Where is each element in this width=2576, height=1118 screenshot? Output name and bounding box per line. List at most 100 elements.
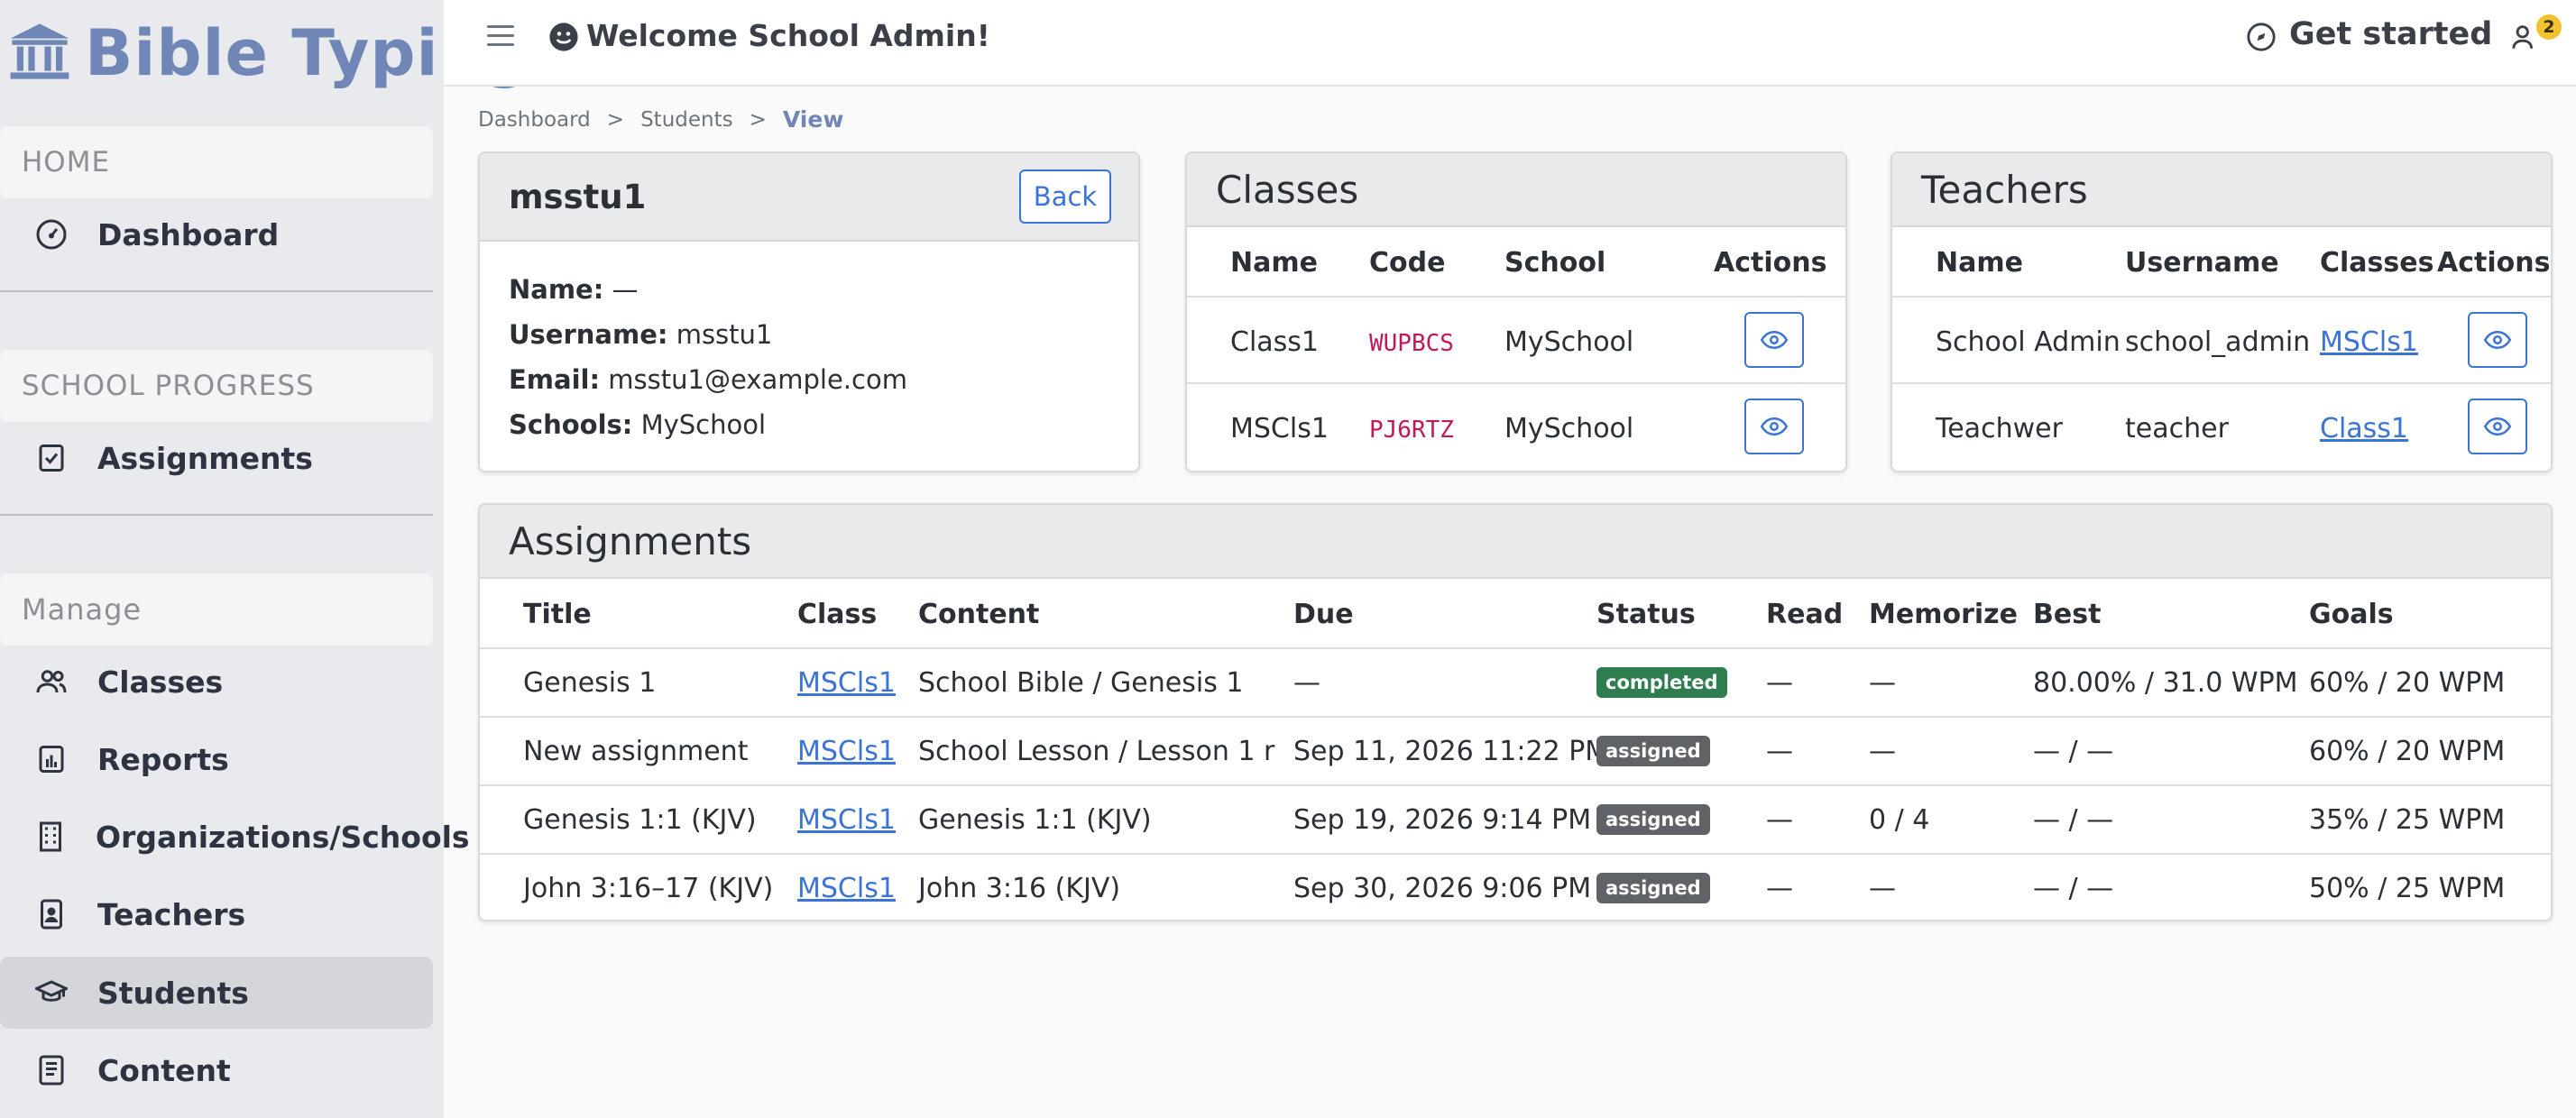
column-header: Classes bbox=[2320, 247, 2434, 279]
assignment-goals: 50% / 25 WPM bbox=[2309, 873, 2506, 904]
assignment-best: — / — bbox=[2033, 873, 2114, 904]
row-divider bbox=[480, 784, 2551, 786]
topbar: Welcome School Admin! Get started 2 bbox=[444, 0, 2576, 87]
row-divider bbox=[1187, 296, 1845, 298]
teacher-class-link[interactable]: Class1 bbox=[2320, 413, 2408, 444]
smiley-icon bbox=[548, 22, 579, 52]
view-class-button[interactable] bbox=[1744, 399, 1804, 454]
class-name: Class1 bbox=[1230, 326, 1320, 358]
get-started-link[interactable]: Get started bbox=[2289, 16, 2492, 52]
sidebar-item-students[interactable]: Students bbox=[0, 957, 433, 1029]
field-label: Name: bbox=[509, 274, 604, 305]
divider bbox=[0, 514, 433, 516]
view-teacher-button[interactable] bbox=[2468, 312, 2527, 368]
bank-icon bbox=[7, 19, 72, 87]
sidebar-item-organizations[interactable]: Organizations/Schools bbox=[0, 801, 470, 873]
sidebar-item-label: Organizations/Schools bbox=[96, 819, 470, 855]
gauge-icon bbox=[34, 217, 69, 252]
back-button[interactable]: Back bbox=[1019, 170, 1111, 224]
assignment-class-link[interactable]: MSCls1 bbox=[797, 736, 896, 767]
sidebar-item-label: Dashboard bbox=[97, 216, 280, 252]
row-divider bbox=[480, 647, 2551, 649]
section-school-progress: SCHOOL PROGRESS bbox=[0, 350, 433, 422]
sidebar-item-assignments[interactable]: Assignments bbox=[0, 422, 433, 494]
teacher-name: School Admin bbox=[1936, 326, 2121, 358]
assignment-read: — bbox=[1766, 736, 1793, 767]
teachers-title: Teachers bbox=[1921, 167, 2088, 212]
assignment-title: John 3:16–17 (KJV) bbox=[523, 873, 774, 904]
row-divider bbox=[1187, 382, 1845, 384]
column-header: Actions bbox=[2437, 247, 2551, 279]
assignment-class-link[interactable]: MSCls1 bbox=[797, 873, 896, 904]
breadcrumb-separator: > bbox=[749, 107, 767, 132]
assignment-due: Sep 19, 2026 9:14 PM bbox=[1293, 804, 1592, 836]
row-divider bbox=[480, 853, 2551, 855]
teacher-username: school_admin bbox=[2125, 326, 2311, 358]
assignment-title: Genesis 1 bbox=[523, 667, 657, 699]
profile-schools: Schools: MySchool bbox=[509, 409, 766, 440]
assignment-class-link[interactable]: MSCls1 bbox=[797, 667, 896, 699]
assignment-title: New assignment bbox=[523, 736, 749, 767]
sidebar-item-content[interactable]: Content bbox=[0, 1034, 433, 1106]
assignment-best: 80.00% / 31.0 WPM bbox=[2033, 667, 2298, 699]
sidebar-item-reports[interactable]: Reports bbox=[0, 723, 433, 795]
assignment-memorize: — bbox=[1869, 873, 1896, 904]
status-badge: assigned bbox=[1596, 873, 1710, 903]
view-teacher-button[interactable] bbox=[2468, 399, 2527, 454]
row-divider bbox=[1892, 382, 2551, 384]
sidebar-item-label: Students bbox=[97, 975, 249, 1011]
column-header: Username bbox=[2125, 247, 2279, 279]
column-header: Code bbox=[1369, 247, 1446, 279]
view-class-button[interactable] bbox=[1744, 312, 1804, 368]
eye-icon bbox=[2484, 417, 2511, 436]
assignment-read: — bbox=[1766, 667, 1793, 699]
assignment-memorize: — bbox=[1869, 736, 1896, 767]
class-name: MSCls1 bbox=[1230, 413, 1329, 444]
assignment-due: Sep 30, 2026 9:06 PM bbox=[1293, 873, 1592, 904]
assignment-best: — / — bbox=[2033, 804, 2114, 836]
building-icon bbox=[34, 820, 67, 854]
row-divider bbox=[480, 716, 2551, 718]
column-header: Class bbox=[797, 599, 878, 630]
assignments-title: Assignments bbox=[509, 518, 752, 564]
assignment-content: School Bible / Genesis 1 bbox=[918, 667, 1244, 699]
section-home: HOME bbox=[0, 126, 433, 198]
field-label: Username: bbox=[509, 319, 668, 350]
sidebar-item-dashboard[interactable]: Dashboard bbox=[0, 198, 433, 270]
assignment-class-link[interactable]: MSCls1 bbox=[797, 804, 896, 836]
assignment-read: — bbox=[1766, 804, 1793, 836]
bar-chart-icon bbox=[34, 742, 69, 776]
graduation-cap-icon bbox=[34, 976, 69, 1010]
class-code: WUPBCS bbox=[1369, 330, 1454, 357]
profile-email: Email: msstu1@example.com bbox=[509, 364, 907, 395]
status-badge: assigned bbox=[1596, 736, 1710, 766]
column-header: Content bbox=[918, 599, 1040, 630]
hamburger-icon[interactable] bbox=[487, 25, 514, 47]
assignment-content: John 3:16 (KJV) bbox=[918, 873, 1121, 904]
assignment-due: — bbox=[1293, 667, 1320, 699]
breadcrumb-students[interactable]: Students bbox=[640, 108, 733, 132]
teacher-class-link[interactable]: MSCls1 bbox=[2320, 326, 2418, 358]
breadcrumb-dashboard[interactable]: Dashboard bbox=[478, 108, 591, 132]
assignment-memorize: 0 / 4 bbox=[1869, 804, 1930, 836]
sidebar-item-teachers[interactable]: Teachers bbox=[0, 878, 433, 950]
profile-username: Username: msstu1 bbox=[509, 319, 772, 350]
document-icon bbox=[34, 1053, 69, 1087]
assignment-due: Sep 11, 2026 11:22 PM bbox=[1293, 736, 1609, 767]
breadcrumb-separator: > bbox=[606, 107, 625, 132]
profile-name: Name: — bbox=[509, 274, 639, 305]
assignment-goals: 35% / 25 WPM bbox=[2309, 804, 2506, 836]
field-value: msstu1@example.com bbox=[608, 364, 907, 395]
class-school: MySchool bbox=[1504, 413, 1634, 444]
assignment-content: School Lesson / Lesson 1 r bbox=[918, 736, 1275, 767]
field-label: Schools: bbox=[509, 409, 633, 440]
column-header: Goals bbox=[2309, 599, 2394, 630]
checklist-icon bbox=[34, 441, 69, 475]
notification-badge: 2 bbox=[2536, 14, 2562, 40]
column-header: Name bbox=[1936, 247, 2023, 279]
compass-icon[interactable] bbox=[2246, 22, 2277, 52]
field-value: — bbox=[612, 274, 639, 305]
classes-title: Classes bbox=[1216, 167, 1359, 212]
class-school: MySchool bbox=[1504, 326, 1634, 358]
sidebar-item-classes[interactable]: Classes bbox=[0, 646, 433, 718]
